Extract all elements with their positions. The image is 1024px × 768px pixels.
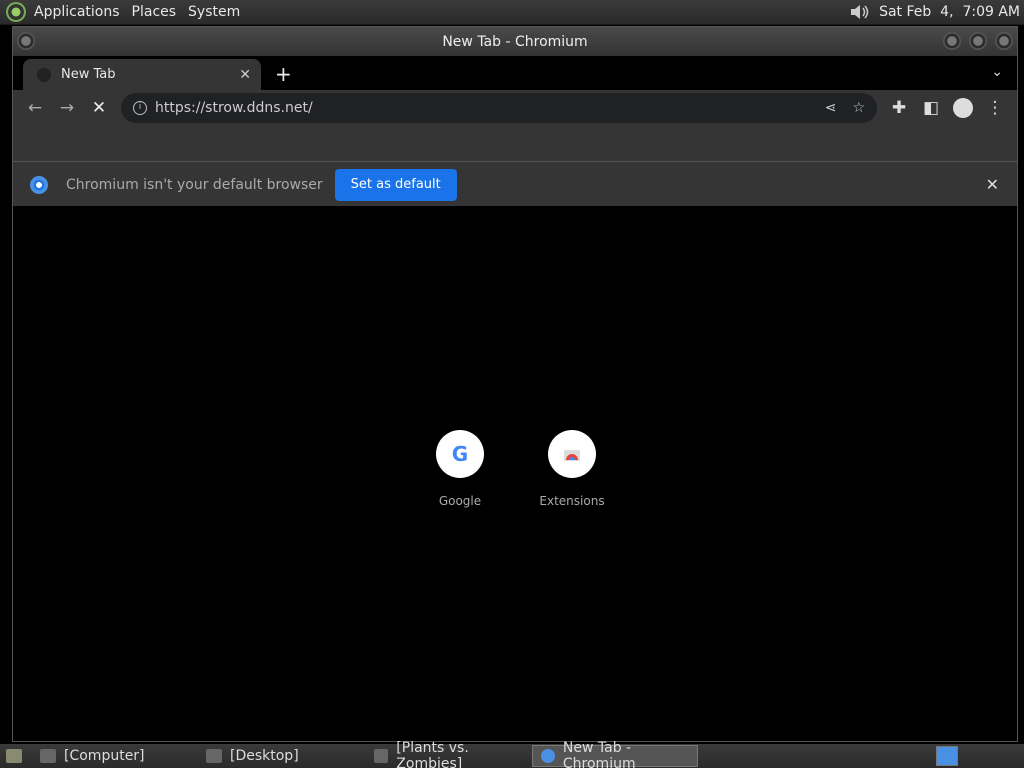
extensions-puzzle-icon[interactable]: ✚: [885, 98, 913, 118]
close-window-button[interactable]: [995, 32, 1013, 50]
tab-title: New Tab: [61, 67, 116, 82]
clock[interactable]: Sat Feb 4, 7:09 AM: [879, 4, 1020, 20]
toolbar: ← → ✕ i https://strow.ddns.net/ ⋖ ☆ ✚ ◧ …: [13, 90, 1017, 126]
omnibox[interactable]: i https://strow.ddns.net/ ⋖ ☆: [121, 93, 877, 123]
task-label: [Computer]: [64, 748, 145, 764]
window-menu-button[interactable]: [17, 32, 35, 50]
web-store-icon: [548, 430, 596, 478]
set-as-default-button[interactable]: Set as default: [334, 168, 457, 201]
bookmark-star-icon[interactable]: ☆: [852, 100, 865, 116]
folder-icon: [206, 749, 222, 763]
chromium-logo-icon: [30, 175, 48, 194]
url-text[interactable]: https://strow.ddns.net/: [155, 100, 313, 116]
menu-kebab-icon[interactable]: ⋮: [981, 98, 1009, 118]
workspace-switcher[interactable]: [936, 746, 958, 766]
places-menu[interactable]: Places: [126, 4, 183, 20]
chromium-icon: [541, 749, 555, 763]
task-chromium[interactable]: New Tab - Chromium: [532, 740, 698, 768]
minimize-button[interactable]: [943, 32, 961, 50]
system-menu[interactable]: System: [182, 4, 246, 20]
tab-favicon-icon: [37, 67, 51, 82]
window-titlebar[interactable]: New Tab - Chromium: [13, 27, 1017, 56]
google-icon: G: [436, 430, 484, 478]
share-icon[interactable]: ⋖: [825, 100, 837, 116]
distro-logo-icon[interactable]: [6, 2, 26, 22]
bookmarks-bar: [13, 126, 1017, 162]
side-panel-icon[interactable]: ◧: [917, 98, 945, 118]
maximize-button[interactable]: [969, 32, 987, 50]
site-info-icon[interactable]: i: [133, 101, 147, 115]
infobar-close-icon[interactable]: ✕: [986, 175, 999, 194]
browser-window: New Tab - Chromium New Tab ✕ + ⌄ ← → ✕ i…: [12, 26, 1018, 742]
tab-close-icon[interactable]: ✕: [239, 67, 251, 83]
task-computer[interactable]: [Computer]: [32, 745, 198, 767]
profile-avatar-icon[interactable]: [953, 98, 973, 118]
volume-icon[interactable]: [849, 3, 871, 21]
task-label: [Desktop]: [230, 748, 299, 764]
new-tab-page: G Google Extensions: [13, 206, 1017, 741]
tab-strip: New Tab ✕ + ⌄: [13, 56, 1017, 90]
task-plants-vs-zombies[interactable]: [Plants vs. Zombies]: [366, 740, 532, 768]
task-desktop[interactable]: [Desktop]: [198, 745, 366, 767]
applications-menu[interactable]: Applications: [28, 4, 126, 20]
shortcut-extensions[interactable]: Extensions: [527, 430, 617, 508]
task-label: [Plants vs. Zombies]: [396, 740, 469, 768]
tab-new-tab[interactable]: New Tab ✕: [23, 59, 261, 90]
show-desktop-icon[interactable]: [0, 745, 32, 767]
infobar-message: Chromium isn't your default browser: [66, 176, 323, 193]
game-icon: [374, 749, 389, 763]
window-title: New Tab - Chromium: [442, 33, 588, 50]
stop-loading-icon[interactable]: ✕: [85, 98, 113, 118]
tab-search-chevron-icon[interactable]: ⌄: [991, 64, 1003, 80]
computer-icon: [40, 749, 56, 763]
bottom-taskbar: [Computer] [Desktop] [Plants vs. Zombies…: [0, 740, 1024, 768]
default-browser-infobar: Chromium isn't your default browser Set …: [13, 162, 1017, 208]
top-panel: Applications Places System Sat Feb 4, 7:…: [0, 0, 1024, 25]
new-tab-plus-icon[interactable]: +: [275, 62, 292, 86]
shortcut-label: Google: [438, 494, 482, 508]
forward-arrow-icon[interactable]: →: [53, 98, 81, 118]
shortcut-google[interactable]: G Google: [415, 430, 505, 508]
task-label: New Tab - Chromium: [562, 740, 636, 768]
shortcut-label: Extensions: [539, 494, 605, 508]
back-arrow-icon[interactable]: ←: [21, 98, 49, 118]
